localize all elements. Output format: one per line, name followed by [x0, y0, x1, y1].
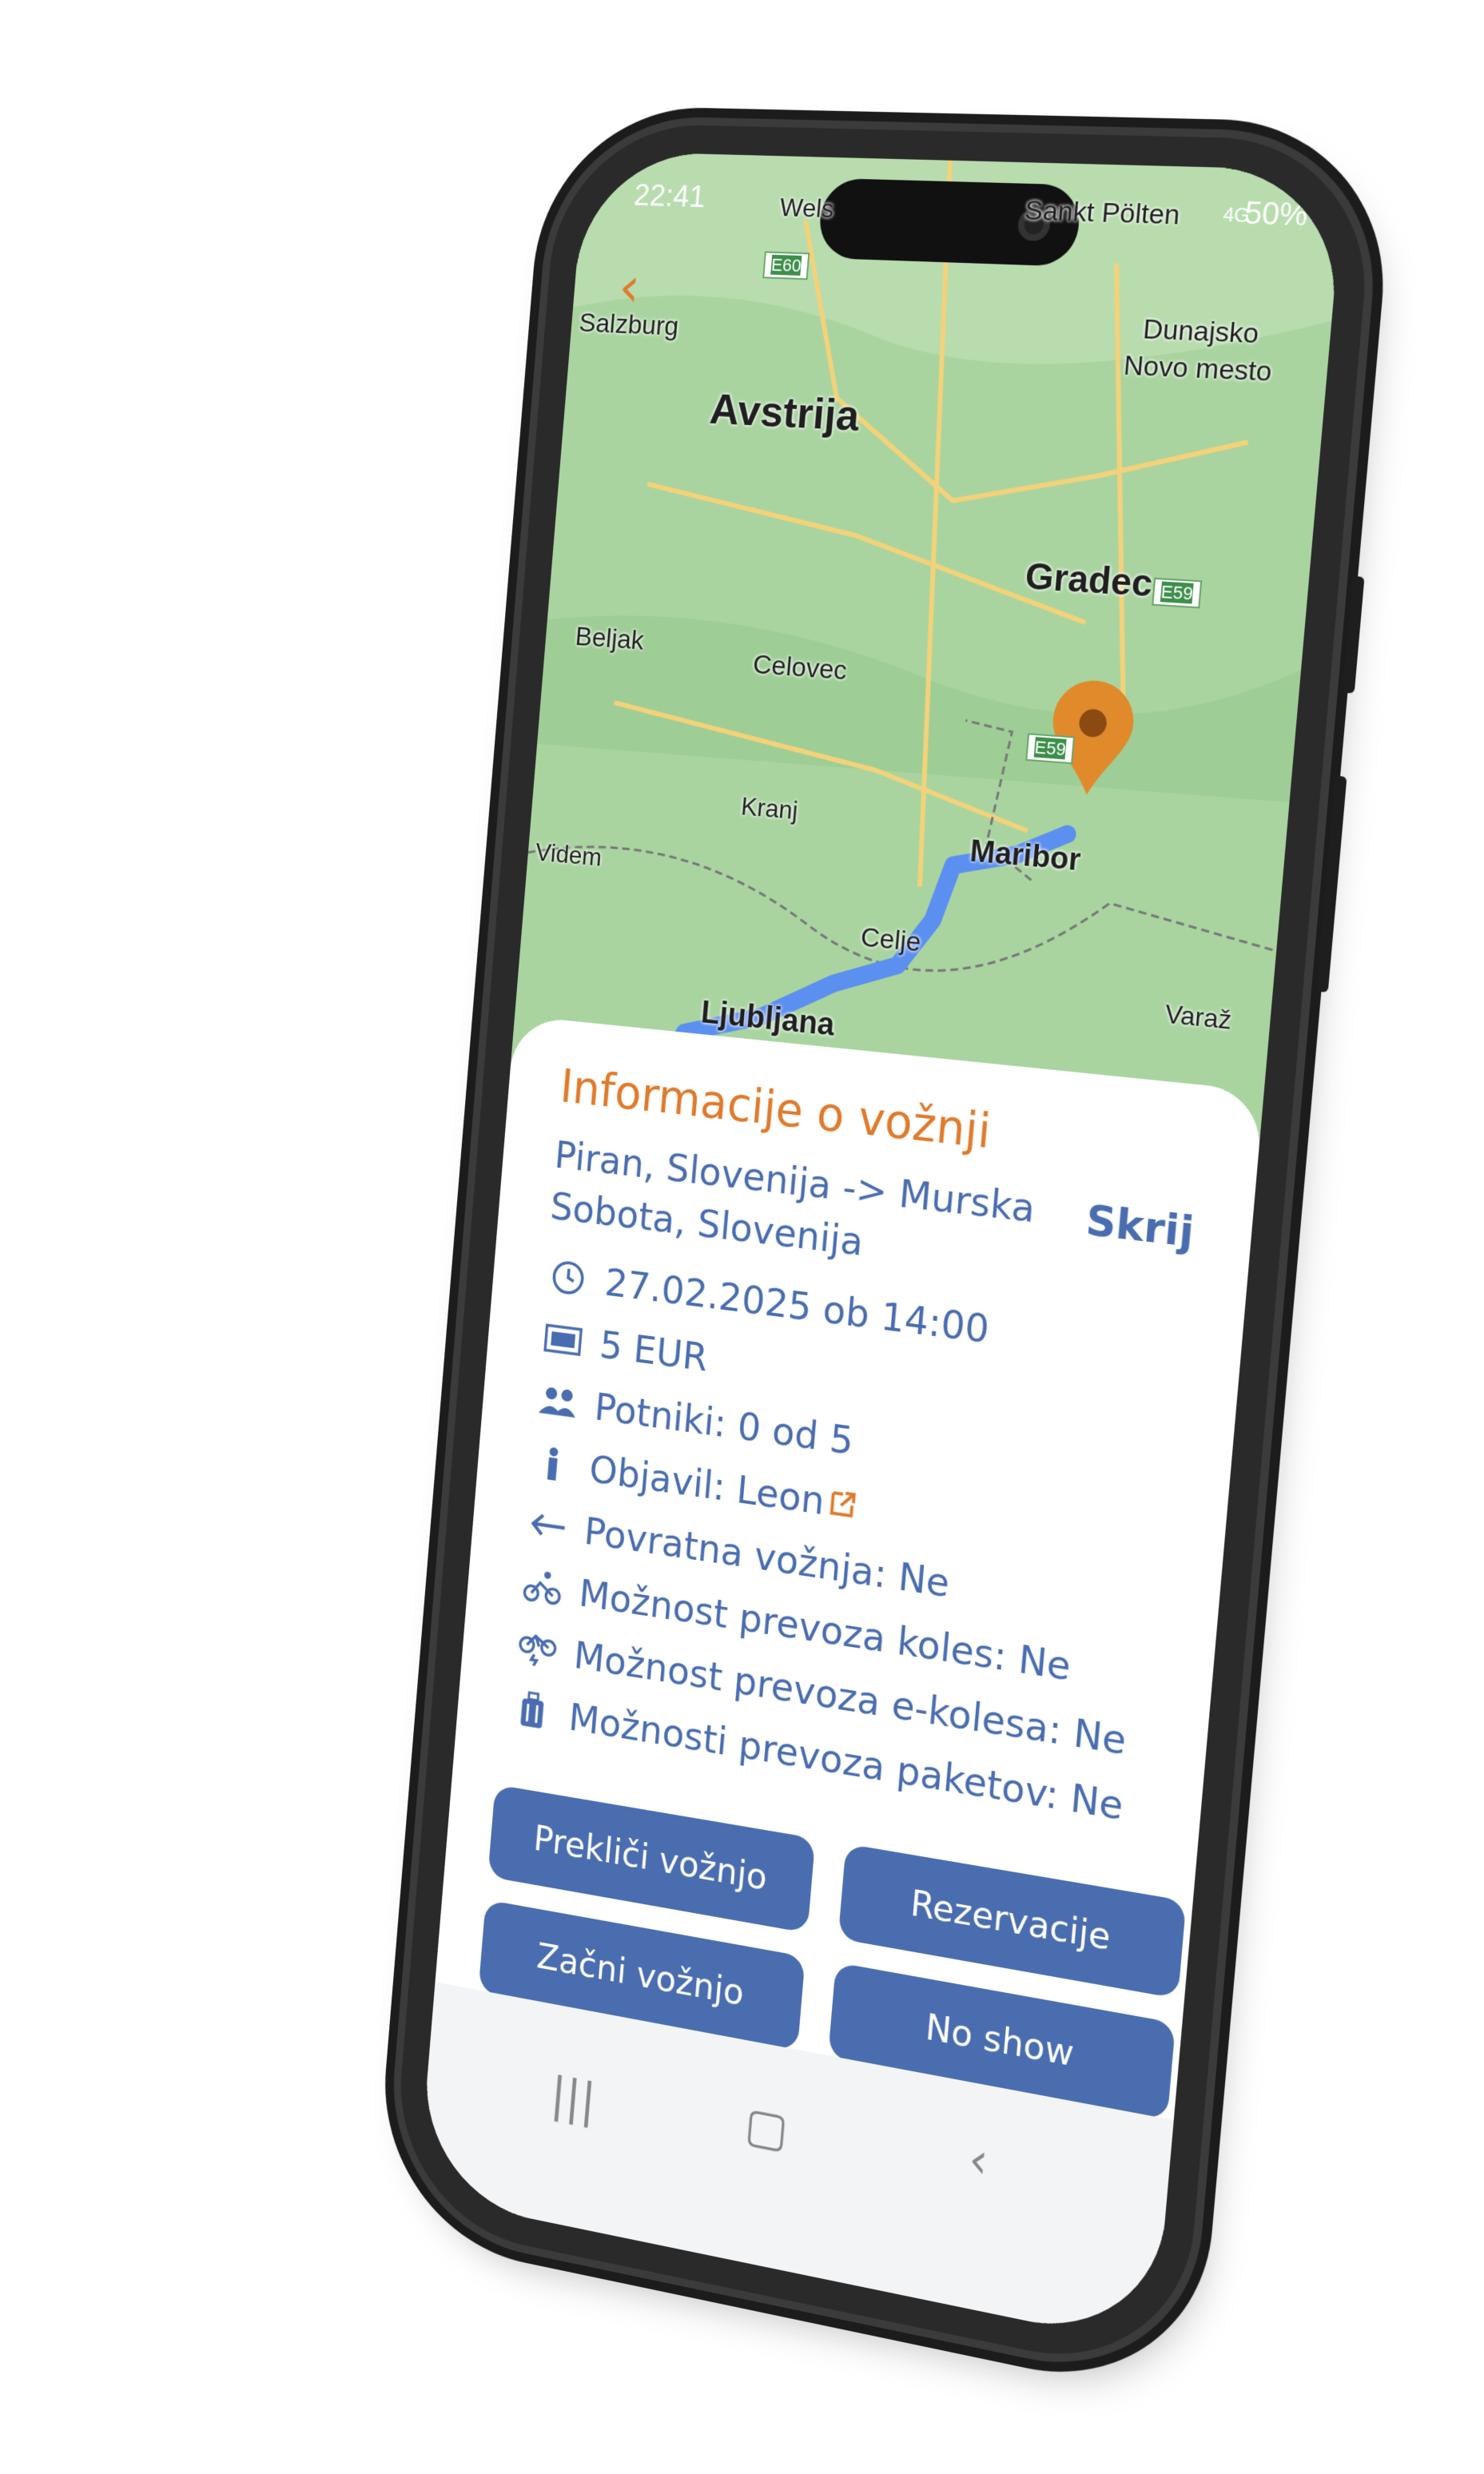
detail-text: Potniki: 0 od 5 [593, 1385, 855, 1464]
luggage-icon [507, 1685, 558, 1736]
map-label: Gradec [1024, 554, 1155, 606]
map-label: Varaž [1164, 999, 1232, 1036]
side-button [1316, 776, 1347, 992]
status-battery: 50% [1243, 197, 1310, 234]
map-label: Beljak [574, 622, 645, 657]
detail-text: 5 EUR [598, 1323, 709, 1380]
home-icon[interactable]: ▢ [742, 2096, 790, 2159]
map-label: Wels [778, 193, 835, 224]
person-icon [527, 1439, 578, 1489]
banknote-icon [538, 1315, 588, 1365]
external-link-icon[interactable] [826, 1487, 858, 1521]
road-badge: E60 [762, 251, 810, 280]
map-label: Celje [860, 922, 922, 959]
scene: 22:41 4G 50% ‹ Wels Sankt Pölten Salzbur… [0, 0, 1484, 2474]
ebike-icon [512, 1624, 563, 1674]
map-label: Salzburg [578, 308, 680, 342]
map-label: Dunajsko [1142, 313, 1260, 350]
road-badge: E59 [1025, 733, 1075, 764]
phone-screen: 22:41 4G 50% ‹ Wels Sankt Pölten Salzbur… [418, 151, 1345, 2347]
detail-row-price: 5 EUR [538, 1315, 710, 1381]
road-badge: E59 [1152, 578, 1202, 609]
phone-frame: 22:41 4G 50% ‹ Wels Sankt Pölten Salzbur… [390, 122, 1378, 2382]
map-label: Celovec [752, 649, 849, 686]
return-arrow-icon [523, 1501, 573, 1551]
map-view[interactable]: 22:41 4G 50% ‹ Wels Sankt Pölten Salzbur… [510, 151, 1345, 1157]
map-label-country: Avstrija [708, 384, 861, 441]
side-button [1343, 576, 1365, 694]
map-label: Kranj [740, 792, 799, 825]
detail-text: Objavil: Leon [587, 1447, 826, 1524]
bicycle-icon [518, 1562, 568, 1613]
people-icon [533, 1377, 583, 1426]
clock-icon [543, 1253, 593, 1303]
map-label: Sankt Pölten [1024, 195, 1181, 232]
map-label: Novo mesto [1122, 350, 1273, 388]
nav-back-icon[interactable]: ‹ [967, 2131, 991, 2191]
status-time: 22:41 [633, 179, 706, 215]
recents-icon[interactable]: ||| [549, 2066, 598, 2129]
map-label: Videm [535, 837, 603, 872]
